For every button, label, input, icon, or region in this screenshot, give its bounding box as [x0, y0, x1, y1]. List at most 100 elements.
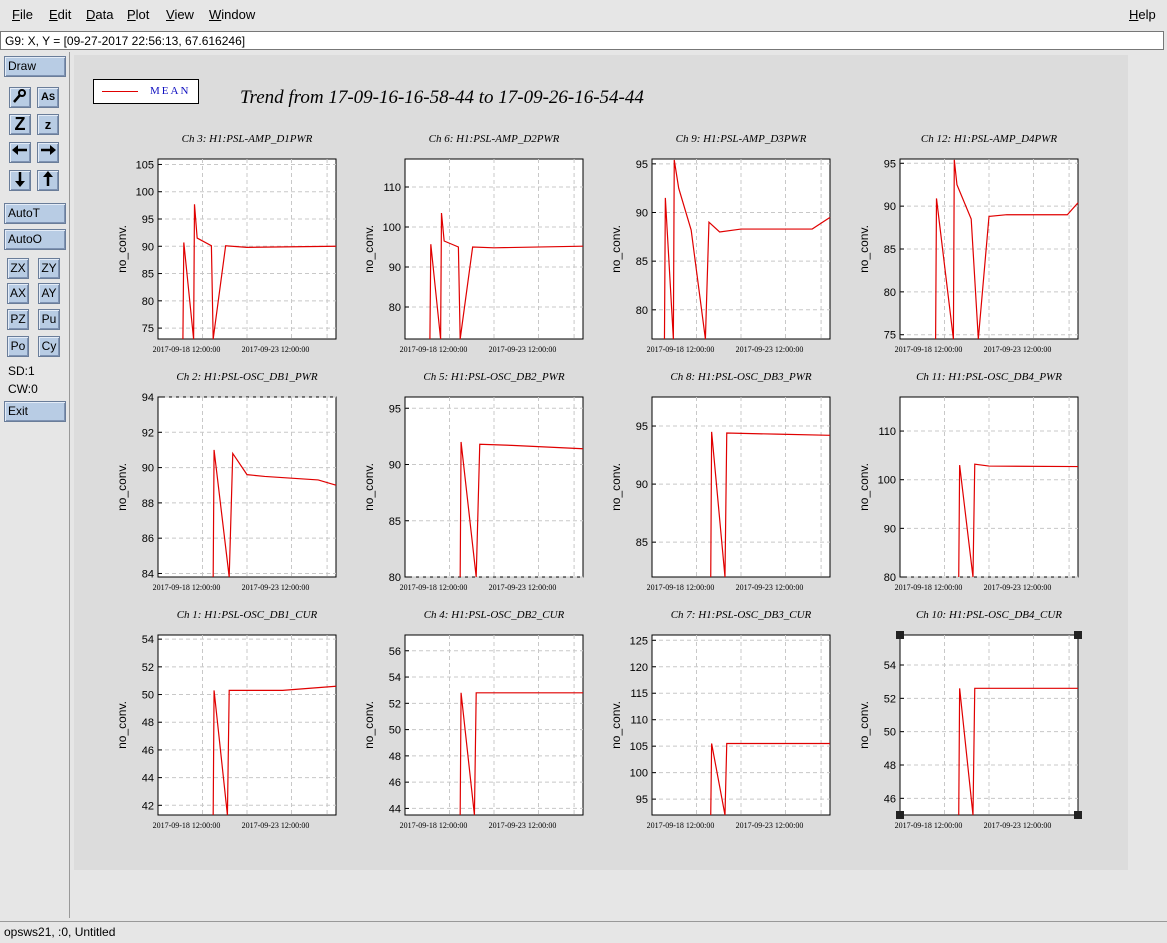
- chart-svg: Ch 7: H1:PSL-OSC_DB3_CUR 95 100 105 110 115 12…: [609, 609, 831, 830]
- plot-panel[interactable]: Ch 6: H1:PSL-AMP_D2PWR 80 90 100 110 2017-09-…: [361, 130, 601, 370]
- plot-title: Ch 8: H1:PSL-OSC_DB3_PWR: [670, 371, 811, 383]
- plot-panel[interactable]: Ch 12: H1:PSL-AMP_D4PWR 75 80 85 90 95 2017-09…: [856, 130, 1096, 370]
- zoom-out-icon[interactable]: z: [37, 114, 59, 135]
- plot-panel[interactable]: Ch 3: H1:PSL-AMP_D1PWR 75 80 85 90 95 100 105 20…: [114, 130, 354, 370]
- plot-panel[interactable]: Ch 7: H1:PSL-OSC_DB3_CUR 95 100 105 110 115 12…: [608, 606, 848, 846]
- y-tick-label: 100: [630, 768, 648, 780]
- coordinate-readout: G9: X, Y = [09-27-2017 22:56:13, 67.6162…: [0, 31, 1164, 50]
- y-tick-label: 90: [142, 463, 154, 475]
- x-tick-label: 2017-09-23 12:00:00: [736, 821, 804, 830]
- y-tick-label: 100: [383, 222, 401, 234]
- y-tick-label: 90: [636, 479, 648, 491]
- y-axis-label: no_conv.: [609, 463, 623, 511]
- plot-title: Ch 1: H1:PSL-OSC_DB1_CUR: [177, 609, 318, 621]
- y-tick-label: 85: [636, 537, 648, 549]
- selection-handle[interactable]: [1074, 811, 1082, 819]
- plot-frame: [899, 396, 1079, 578]
- ay-button[interactable]: AY: [38, 283, 60, 304]
- x-tick-label: 2017-09-18 12:00:00: [647, 821, 715, 830]
- selection-handle[interactable]: [896, 631, 904, 639]
- menu-plot[interactable]: Plot: [127, 7, 149, 22]
- zoom-in-icon[interactable]: Z: [9, 114, 31, 135]
- plot-panel[interactable]: Ch 11: H1:PSL-OSC_DB4_PWR 80 90 100 110 2017-…: [856, 368, 1096, 608]
- po-button[interactable]: Po: [7, 336, 29, 357]
- plot-panel[interactable]: Ch 9: H1:PSL-AMP_D3PWR 80 85 90 95 2017-09-18…: [608, 130, 848, 370]
- x-tick-label: 2017-09-18 12:00:00: [647, 345, 715, 354]
- chart-svg: Ch 8: H1:PSL-OSC_DB3_PWR 85 90 95 2017-09-18…: [609, 371, 831, 592]
- plot-frame: [157, 396, 337, 578]
- menu-edit[interactable]: Edit: [49, 7, 71, 22]
- x-tick-label: 2017-09-23 12:00:00: [242, 583, 310, 592]
- chart-svg: Ch 9: H1:PSL-AMP_D3PWR 80 85 90 95 2017-09-18…: [609, 133, 831, 354]
- arrow-up-icon[interactable]: [37, 170, 59, 191]
- plot-panel[interactable]: Ch 4: H1:PSL-OSC_DB2_CUR 44 46 48 50 52 54 56 20…: [361, 606, 601, 846]
- arrow-down-icon[interactable]: [9, 170, 31, 191]
- cy-button[interactable]: Cy: [38, 336, 60, 357]
- chart-svg: Ch 3: H1:PSL-AMP_D1PWR 75 80 85 90 95 100 105 20…: [115, 133, 337, 354]
- autoo-button[interactable]: AutoO: [4, 229, 66, 250]
- selection-handle[interactable]: [1074, 631, 1082, 639]
- zx-button[interactable]: ZX: [7, 258, 29, 279]
- plot-frame: [404, 634, 584, 816]
- plot-frame: [651, 634, 831, 816]
- x-tick-label: 2017-09-18 12:00:00: [153, 345, 221, 354]
- y-tick-label: 90: [884, 523, 896, 535]
- legend-line: [102, 91, 138, 92]
- y-tick-label: 80: [884, 287, 896, 299]
- menu-data[interactable]: Data: [86, 7, 113, 22]
- arrow-left-icon[interactable]: [9, 142, 31, 163]
- y-tick-label: 95: [636, 794, 648, 806]
- y-tick-label: 52: [389, 698, 401, 710]
- chart-svg: Ch 10: H1:PSL-OSC_DB4_CUR 46 48 50 52 54 2017-…: [857, 609, 1082, 830]
- chart-svg: Ch 4: H1:PSL-OSC_DB2_CUR 44 46 48 50 52 54 56 20…: [362, 609, 584, 830]
- y-tick-label: 44: [389, 803, 401, 815]
- sd-label: SD:1: [8, 364, 35, 378]
- x-tick-label: 2017-09-23 12:00:00: [736, 345, 804, 354]
- coordinate-readout-text: G9: X, Y = [09-27-2017 22:56:13, 67.6162…: [5, 34, 246, 48]
- exit-button[interactable]: Exit: [4, 401, 66, 422]
- y-tick-label: 90: [389, 460, 401, 472]
- ax-button[interactable]: AX: [7, 283, 29, 304]
- autot-button[interactable]: AutoT: [4, 203, 66, 224]
- plot-panel[interactable]: Ch 2: H1:PSL-OSC_DB1_PWR 84 86 88 90 92 94 2017…: [114, 368, 354, 608]
- pz-button[interactable]: PZ: [7, 309, 29, 330]
- plot-title: Ch 3: H1:PSL-AMP_D1PWR: [182, 133, 313, 145]
- plot-panel[interactable]: Ch 10: H1:PSL-OSC_DB4_CUR 46 48 50 52 54 2017-…: [856, 606, 1096, 846]
- pu-button[interactable]: Pu: [38, 309, 60, 330]
- arrow-right-icon[interactable]: [37, 142, 59, 163]
- draw-button[interactable]: Draw: [4, 56, 66, 77]
- y-tick-label: 54: [389, 672, 401, 684]
- y-tick-label: 80: [142, 296, 154, 308]
- menu-help[interactable]: Help: [1129, 7, 1156, 22]
- plot-title: Ch 10: H1:PSL-OSC_DB4_CUR: [916, 609, 1062, 621]
- chart-svg: Ch 1: H1:PSL-OSC_DB1_CUR 42 44 46 48 50 52 54 20…: [115, 609, 337, 830]
- y-axis-label: no_conv.: [857, 701, 871, 749]
- x-tick-label: 2017-09-23 12:00:00: [736, 583, 804, 592]
- plot-title: Ch 11: H1:PSL-OSC_DB4_PWR: [916, 371, 1062, 383]
- menu-view[interactable]: View: [166, 7, 194, 22]
- plot-canvas[interactable]: MEAN Trend from 17-09-16-16-58-44 to 17-…: [74, 55, 1128, 870]
- search-icon[interactable]: [9, 87, 31, 108]
- plot-panel[interactable]: Ch 8: H1:PSL-OSC_DB3_PWR 85 90 95 2017-09-18…: [608, 368, 848, 608]
- zy-button[interactable]: ZY: [38, 258, 60, 279]
- text-size-icon[interactable]: AS: [37, 87, 59, 108]
- y-axis-label: no_conv.: [609, 225, 623, 273]
- y-tick-label: 52: [884, 693, 896, 705]
- y-tick-label: 95: [389, 403, 401, 415]
- plot-panel[interactable]: Ch 1: H1:PSL-OSC_DB1_CUR 42 44 46 48 50 52 54 20…: [114, 606, 354, 846]
- y-tick-label: 85: [636, 256, 648, 268]
- y-tick-label: 50: [142, 690, 154, 702]
- legend-label: MEAN: [150, 85, 191, 97]
- y-axis-label: no_conv.: [609, 701, 623, 749]
- menu-file[interactable]: File: [12, 7, 33, 22]
- x-tick-label: 2017-09-18 12:00:00: [153, 821, 221, 830]
- trend-title: Trend from 17-09-16-16-58-44 to 17-09-26…: [240, 87, 644, 108]
- menu-window[interactable]: Window: [209, 7, 255, 22]
- selection-handle[interactable]: [896, 811, 904, 819]
- y-tick-label: 85: [884, 244, 896, 256]
- x-tick-label: 2017-09-18 12:00:00: [895, 821, 963, 830]
- y-tick-label: 94: [142, 392, 154, 404]
- y-tick-label: 95: [636, 421, 648, 433]
- y-axis-label: no_conv.: [115, 225, 129, 273]
- plot-panel[interactable]: Ch 5: H1:PSL-OSC_DB2_PWR 80 85 90 95 2017-09-…: [361, 368, 601, 608]
